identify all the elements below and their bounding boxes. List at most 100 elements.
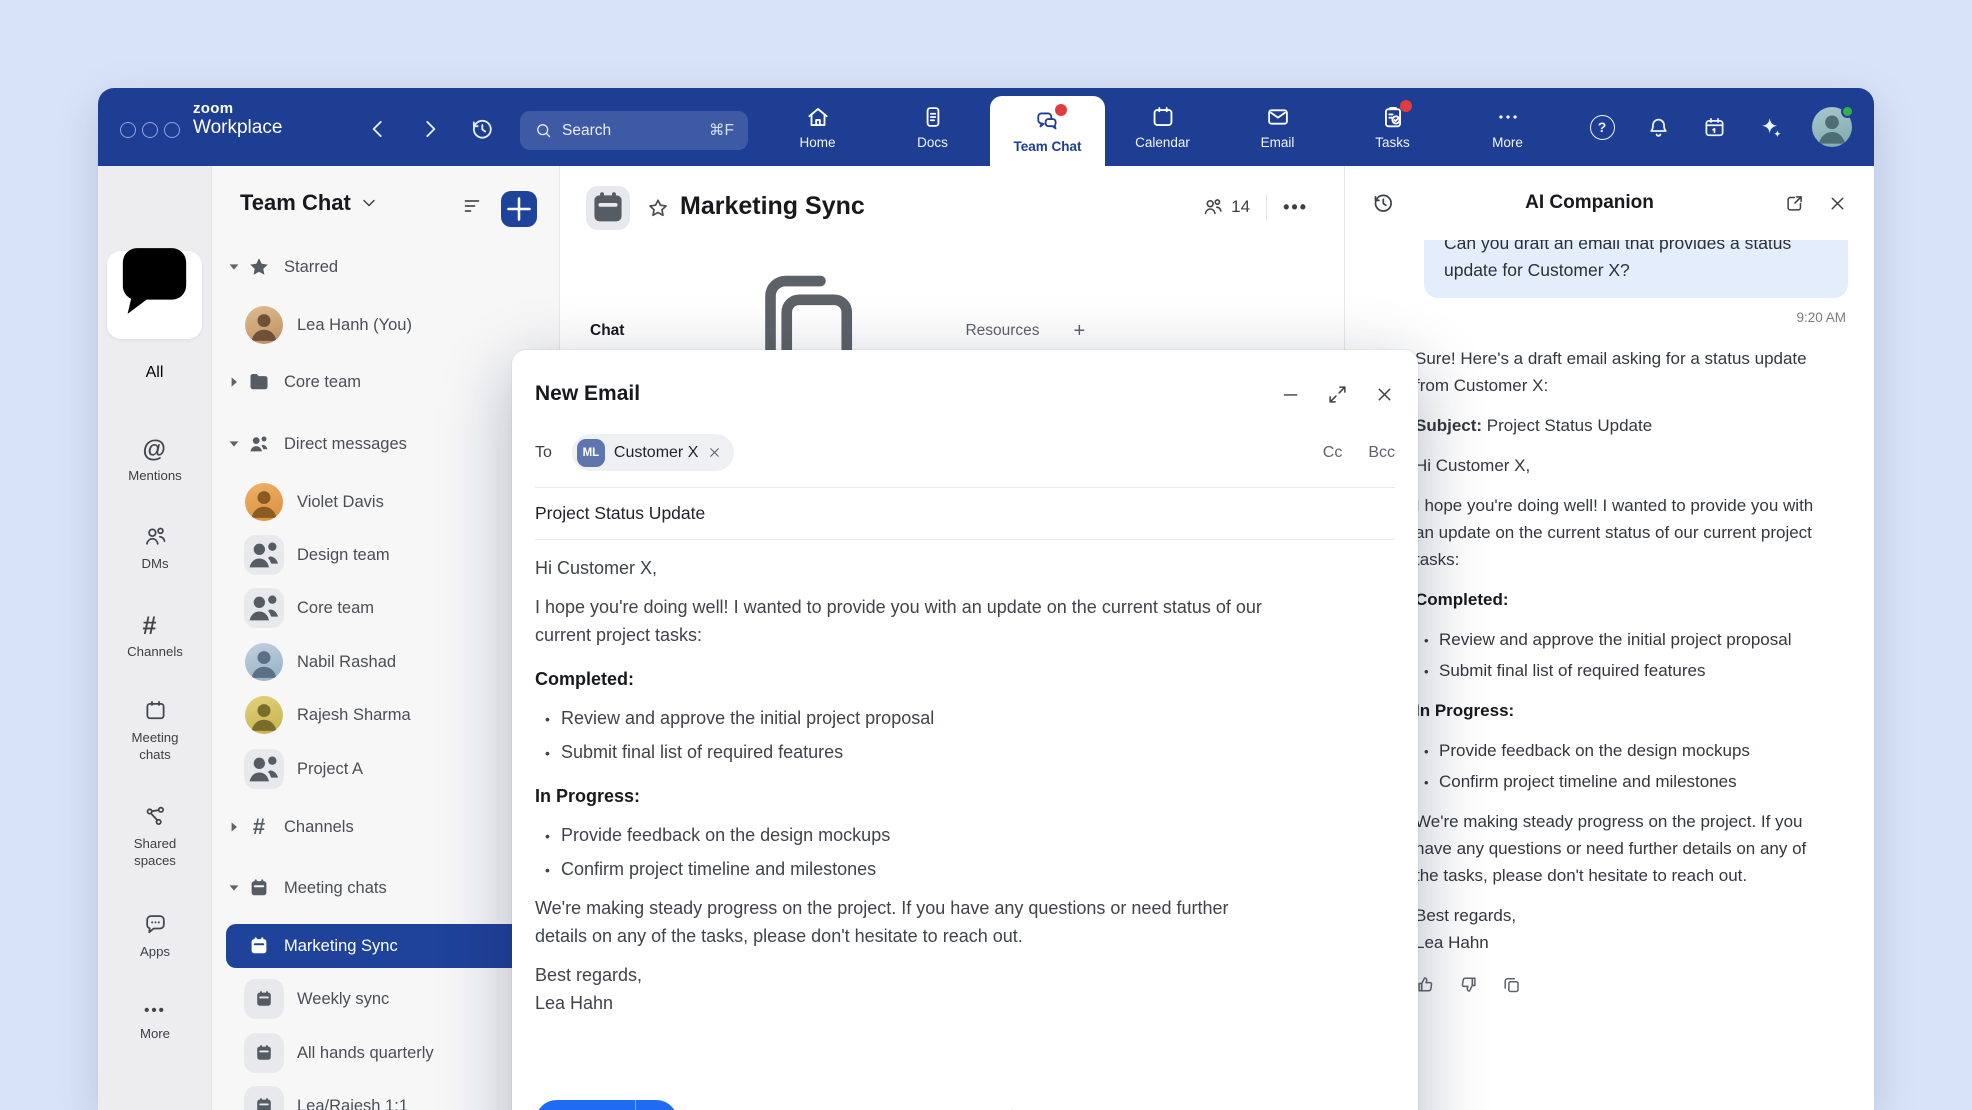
list-item: Confirm project timeline and milestones [1439,768,1823,795]
thumbs-down-icon[interactable] [1458,974,1479,995]
minimize-icon[interactable] [1280,384,1301,405]
bcc-button[interactable]: Bcc [1368,444,1395,462]
nav-label: Home [799,135,835,150]
search-input[interactable]: Search ⌘F [520,111,748,150]
nav-team-chat[interactable]: Team Chat [990,96,1105,166]
history-icon[interactable] [469,116,495,142]
new-chat-button[interactable] [501,191,537,227]
filter-icon[interactable] [461,194,485,218]
nav-more[interactable]: More [1450,88,1565,166]
chat-item-design-team[interactable]: Design team [226,533,553,577]
ai-response: Sure! Here's a draft email asking for a … [1415,345,1823,995]
caret-down-icon[interactable] [226,436,242,452]
chat-item-project-a[interactable]: Project A [226,747,553,791]
chat-item-lea-hanh[interactable]: Lea Hanh (You) [226,303,553,347]
chat-item-nabil-rashad[interactable]: Nabil Rashad [226,640,553,684]
chat-section-channels[interactable]: # Channels [226,805,553,849]
rail-item-shared-spaces[interactable]: Shared spaces [98,804,212,869]
rail-label: Mentions [128,467,182,484]
bell-icon[interactable] [1646,115,1671,140]
chat-item-marketing-sync[interactable]: Marketing Sync [226,924,553,968]
rail-label: Apps [140,943,170,960]
rail-item-all[interactable]: All [107,251,202,339]
chat-item-label: Core team [284,373,361,392]
back-button[interactable] [365,116,391,142]
nav-docs[interactable]: Docs [875,88,990,166]
chat-item-core-team[interactable]: Core team [226,586,553,630]
caret-down-icon[interactable] [226,259,242,275]
channel-more-icon[interactable]: ••• [1283,197,1308,218]
notification-badge [1400,100,1412,112]
help-icon[interactable]: ? [1590,115,1615,140]
chat-section-direct-messages[interactable]: Direct messages [226,422,553,466]
ai-companion-panel: AI Companion Can you draft an email that… [1344,166,1874,1110]
group-icon [244,535,284,575]
window-close-button[interactable] [120,122,136,138]
chat-item-lea-rajesh[interactable]: Lea/Rajesh 1:1 [226,1084,553,1110]
close-icon[interactable] [1827,193,1848,214]
divider [535,539,1395,540]
rail-item-mentions[interactable]: @ Mentions [98,436,212,484]
zoom-workplace-logo: zoom Workplace [193,101,282,138]
list-item: Review and approve the initial project p… [561,704,1275,732]
email-body-editor[interactable]: Hi Customer X, I hope you're doing well!… [535,554,1275,1017]
caret-down-icon[interactable] [226,880,242,896]
user-avatar[interactable] [1812,107,1852,147]
send-options-button[interactable] [636,1100,678,1110]
chat-section-starred[interactable]: Starred [226,245,553,289]
rail-item-apps[interactable]: Apps [98,912,212,960]
search-shortcut: ⌘F [709,121,734,140]
rail-item-more[interactable]: ••• More [98,1002,212,1042]
chat-item-weekly-sync[interactable]: Weekly sync [226,977,553,1021]
avatar [244,642,284,682]
chat-section-core-team[interactable]: Core team [226,360,553,404]
app-window: zoom Workplace Search ⌘F Home Docs [98,88,1874,1110]
send-button[interactable]: Send [535,1100,636,1110]
calendar-date-icon[interactable] [1702,115,1727,140]
caret-right-icon[interactable] [226,819,242,835]
chat-item-rajesh-sharma[interactable]: Rajesh Sharma [226,693,553,737]
forward-button[interactable] [417,116,443,142]
window-minimize-button[interactable] [142,122,158,138]
nav-label: More [1492,135,1523,150]
nav-label: Tasks [1375,135,1410,150]
ai-greeting: Hi Customer X, [1415,452,1823,479]
ai-signoff: Best regards, [1415,906,1516,925]
recipient-chip[interactable]: ML Customer X [572,434,734,471]
caret-right-icon[interactable] [226,374,242,390]
chat-item-all-hands-quarterly[interactable]: All hands quarterly [226,1031,553,1075]
tab-chat[interactable]: Chat [590,322,624,340]
open-in-new-icon[interactable] [1784,193,1805,214]
logo-line1: zoom [193,101,282,118]
subject-input[interactable]: Project Status Update [535,488,1395,539]
nav-home[interactable]: Home [760,88,875,166]
new-email-modal: New Email To ML Customer X Cc Bcc [512,350,1418,1110]
window-zoom-button[interactable] [164,122,180,138]
ai-in-progress-heading: In Progress: [1415,697,1823,724]
chat-item-violet-davis[interactable]: Violet Davis [226,480,553,524]
ai-sparkle-icon[interactable] [1758,115,1783,140]
avatar [244,695,284,735]
copy-icon[interactable] [1501,974,1522,995]
expand-icon[interactable] [1327,384,1348,405]
rail-item-channels[interactable]: # Channels [98,612,212,660]
nav-email[interactable]: Email [1220,88,1335,166]
rail-item-dms[interactable]: DMs [98,524,212,572]
thumbs-up-icon[interactable] [1415,974,1436,995]
nav-calendar[interactable]: Calendar [1105,88,1220,166]
add-tab-icon[interactable]: + [1074,320,1086,343]
nav-tasks[interactable]: Tasks [1335,88,1450,166]
history-icon[interactable] [1371,191,1395,215]
chat-item-label: Lea Hanh (You) [297,316,412,335]
close-icon[interactable] [1374,384,1395,405]
chat-item-label: Direct messages [284,435,407,454]
panel-title[interactable]: Team Chat [240,190,379,216]
list-item: Provide feedback on the design mockups [561,821,1275,849]
logo-line2: Workplace [193,118,282,139]
chat-section-meeting-chats[interactable]: Meeting chats [226,866,553,910]
member-count[interactable]: 14 [1202,196,1250,218]
cc-button[interactable]: Cc [1323,444,1343,462]
star-outline-icon[interactable] [646,196,670,220]
remove-recipient-icon[interactable] [707,445,722,460]
rail-item-meeting-chats[interactable]: Meeting chats [98,698,212,763]
